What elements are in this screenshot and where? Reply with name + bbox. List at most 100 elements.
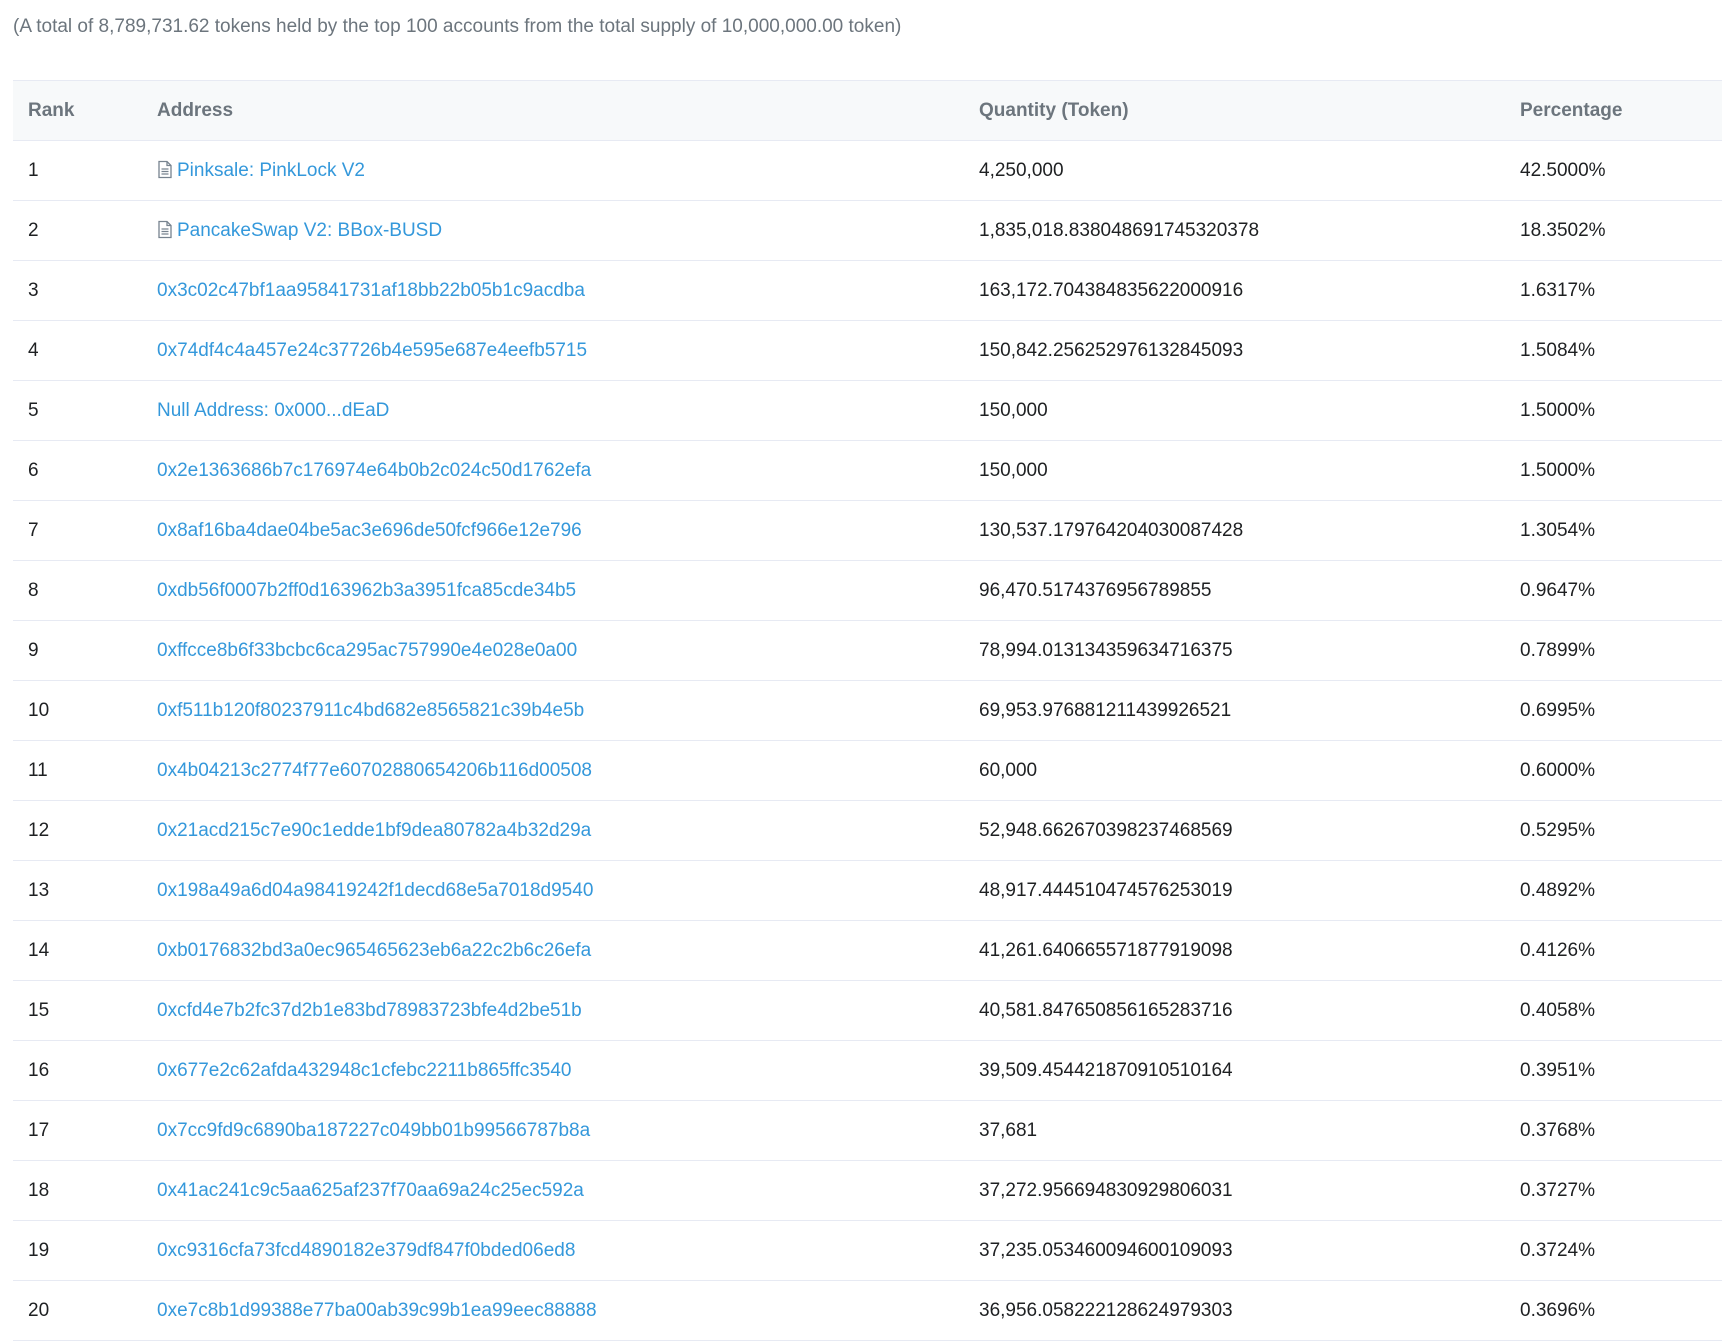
rank-cell: 13 bbox=[28, 879, 50, 901]
quantity-cell: 41,261.640665571877919098 bbox=[979, 939, 1233, 961]
address-cell: 0x21acd215c7e90c1edde1bf9dea80782a4b32d2… bbox=[157, 820, 979, 842]
address-cell: Pinksale: PinkLock V2 bbox=[157, 160, 979, 182]
address-cell: 0x41ac241c9c5aa625af237f70aa69a24c25ec59… bbox=[157, 1180, 979, 1202]
quantity-cell: 36,956.058222128624979303 bbox=[979, 1299, 1233, 1321]
percentage-cell: 0.9647% bbox=[1520, 579, 1596, 601]
quantity-cell: 37,272.956694830929806031 bbox=[979, 1179, 1233, 1201]
address-link[interactable]: 0xb0176832bd3a0ec965465623eb6a22c2b6c26e… bbox=[157, 940, 591, 961]
table-header: Rank Address Quantity (Token) Percentage bbox=[13, 80, 1722, 141]
rank-cell: 14 bbox=[28, 939, 50, 961]
address-link[interactable]: 0x8af16ba4dae04be5ac3e696de50fcf966e12e7… bbox=[157, 520, 582, 541]
address-cell: 0xcfd4e7b2fc37d2b1e83bd78983723bfe4d2be5… bbox=[157, 1000, 979, 1022]
column-header-quantity: Quantity (Token) bbox=[979, 99, 1129, 121]
address-link[interactable]: 0x198a49a6d04a98419242f1decd68e5a7018d95… bbox=[157, 880, 593, 901]
table-row: 12 0x21acd215c7e90c1edde1bf9dea80782a4b32… bbox=[13, 801, 1722, 861]
address-link[interactable]: 0x677e2c62afda432948c1cfebc2211b865ffc35… bbox=[157, 1060, 572, 1081]
address-link[interactable]: 0xdb56f0007b2ff0d163962b3a3951fca85cde34… bbox=[157, 580, 576, 601]
address-link[interactable]: Null Address: 0x000...dEaD bbox=[157, 400, 389, 421]
percentage-cell: 0.7899% bbox=[1520, 639, 1596, 661]
table-row: 15 0xcfd4e7b2fc37d2b1e83bd78983723bfe4d2b… bbox=[13, 981, 1722, 1041]
address-link[interactable]: 0xf511b120f80237911c4bd682e8565821c39b4e… bbox=[157, 700, 584, 721]
table-row: 5 Null Address: 0x000...dEaD 150,000 1.5000… bbox=[13, 381, 1722, 441]
address-cell: 0x7cc9fd9c6890ba187227c049bb01b99566787b… bbox=[157, 1120, 979, 1142]
quantity-cell: 37,681 bbox=[979, 1119, 1038, 1141]
quantity-cell: 4,250,000 bbox=[979, 159, 1064, 181]
quantity-cell: 37,235.053460094600109093 bbox=[979, 1239, 1233, 1261]
holders-summary: (A total of 8,789,731.62 tokens held by … bbox=[13, 16, 902, 37]
address-cell: 0x677e2c62afda432948c1cfebc2211b865ffc35… bbox=[157, 1060, 979, 1082]
rank-cell: 4 bbox=[28, 339, 39, 361]
rank-cell: 16 bbox=[28, 1059, 50, 1081]
percentage-cell: 1.3054% bbox=[1520, 519, 1596, 541]
percentage-cell: 0.3696% bbox=[1520, 1299, 1596, 1321]
table-row: 10 0xf511b120f80237911c4bd682e8565821c39b… bbox=[13, 681, 1722, 741]
address-cell: 0x2e1363686b7c176974e64b0b2c024c50d1762e… bbox=[157, 460, 979, 482]
address-cell: 0xffcce8b6f33bcbc6ca295ac757990e4e028e0a… bbox=[157, 640, 979, 662]
address-link[interactable]: 0xcfd4e7b2fc37d2b1e83bd78983723bfe4d2be5… bbox=[157, 1000, 582, 1021]
percentage-cell: 0.3727% bbox=[1520, 1179, 1596, 1201]
rank-cell: 5 bbox=[28, 399, 39, 421]
percentage-cell: 0.4126% bbox=[1520, 939, 1596, 961]
rank-cell: 3 bbox=[28, 279, 39, 301]
rank-cell: 2 bbox=[28, 219, 39, 241]
rank-cell: 8 bbox=[28, 579, 39, 601]
percentage-cell: 0.4058% bbox=[1520, 999, 1596, 1021]
percentage-cell: 1.6317% bbox=[1520, 279, 1596, 301]
rank-cell: 6 bbox=[28, 459, 39, 481]
table-row: 8 0xdb56f0007b2ff0d163962b3a3951fca85cde3… bbox=[13, 561, 1722, 621]
quantity-cell: 96,470.5174376956789855 bbox=[979, 579, 1212, 601]
address-link[interactable]: 0x3c02c47bf1aa95841731af18bb22b05b1c9acd… bbox=[157, 280, 585, 301]
table-row: 17 0x7cc9fd9c6890ba187227c049bb01b9956678… bbox=[13, 1101, 1722, 1161]
table-row: 7 0x8af16ba4dae04be5ac3e696de50fcf966e12e… bbox=[13, 501, 1722, 561]
table-row: 3 0x3c02c47bf1aa95841731af18bb22b05b1c9ac… bbox=[13, 261, 1722, 321]
contract-document-icon bbox=[157, 160, 173, 179]
table-row: 2 PancakeSwap V2: BBox-BUSD 1,835,018.8380… bbox=[13, 201, 1722, 261]
address-link[interactable]: 0x21acd215c7e90c1edde1bf9dea80782a4b32d2… bbox=[157, 820, 591, 841]
rank-cell: 18 bbox=[28, 1179, 50, 1201]
table-row: 13 0x198a49a6d04a98419242f1decd68e5a7018d… bbox=[13, 861, 1722, 921]
quantity-cell: 40,581.847650856165283716 bbox=[979, 999, 1233, 1021]
address-link[interactable]: 0xffcce8b6f33bcbc6ca295ac757990e4e028e0a… bbox=[157, 640, 577, 661]
percentage-cell: 1.5000% bbox=[1520, 399, 1596, 421]
rank-cell: 19 bbox=[28, 1239, 50, 1261]
rank-cell: 11 bbox=[28, 759, 48, 781]
column-header-rank: Rank bbox=[28, 99, 75, 121]
address-link[interactable]: Pinksale: PinkLock V2 bbox=[177, 160, 365, 181]
percentage-cell: 42.5000% bbox=[1520, 159, 1606, 181]
quantity-cell: 1,835,018.838048691745320378 bbox=[979, 219, 1260, 241]
address-cell: 0x198a49a6d04a98419242f1decd68e5a7018d95… bbox=[157, 880, 979, 902]
quantity-cell: 60,000 bbox=[979, 759, 1038, 781]
quantity-cell: 78,994.013134359634716375 bbox=[979, 639, 1233, 661]
rank-cell: 20 bbox=[28, 1299, 50, 1321]
address-link[interactable]: 0x74df4c4a457e24c37726b4e595e687e4eefb57… bbox=[157, 340, 587, 361]
address-link[interactable]: PancakeSwap V2: BBox-BUSD bbox=[177, 220, 442, 241]
address-link[interactable]: 0x41ac241c9c5aa625af237f70aa69a24c25ec59… bbox=[157, 1180, 584, 1201]
column-header-percentage: Percentage bbox=[1520, 99, 1623, 121]
table-row: 4 0x74df4c4a457e24c37726b4e595e687e4eefb5… bbox=[13, 321, 1722, 381]
percentage-cell: 18.3502% bbox=[1520, 219, 1606, 241]
table-row: 1 Pinksale: PinkLock V2 4,250,000 42.5000% bbox=[13, 141, 1722, 201]
table-body: 1 Pinksale: PinkLock V2 4,250,000 42.5000% 2… bbox=[13, 141, 1722, 1341]
address-link[interactable]: 0x4b04213c2774f77e60702880654206b116d005… bbox=[157, 760, 592, 781]
address-cell: 0x4b04213c2774f77e60702880654206b116d005… bbox=[157, 760, 979, 782]
percentage-cell: 1.5000% bbox=[1520, 459, 1596, 481]
rank-cell: 7 bbox=[28, 519, 39, 541]
percentage-cell: 0.5295% bbox=[1520, 819, 1596, 841]
address-link[interactable]: 0x2e1363686b7c176974e64b0b2c024c50d1762e… bbox=[157, 460, 591, 481]
quantity-cell: 150,842.256252976132845093 bbox=[979, 339, 1244, 361]
address-link[interactable]: 0xc9316cfa73fcd4890182e379df847f0bded06e… bbox=[157, 1240, 575, 1261]
address-link[interactable]: 0x7cc9fd9c6890ba187227c049bb01b99566787b… bbox=[157, 1120, 590, 1141]
table-row: 19 0xc9316cfa73fcd4890182e379df847f0bded0… bbox=[13, 1221, 1722, 1281]
quantity-cell: 163,172.704384835622000916 bbox=[979, 279, 1244, 301]
percentage-cell: 0.6995% bbox=[1520, 699, 1596, 721]
address-cell: Null Address: 0x000...dEaD bbox=[157, 400, 979, 422]
address-cell: 0x8af16ba4dae04be5ac3e696de50fcf966e12e7… bbox=[157, 520, 979, 542]
address-link[interactable]: 0xe7c8b1d99388e77ba00ab39c99b1ea99eec888… bbox=[157, 1300, 597, 1321]
table-row: 14 0xb0176832bd3a0ec965465623eb6a22c2b6c2… bbox=[13, 921, 1722, 981]
quantity-cell: 69,953.976881211439926521 bbox=[979, 699, 1232, 721]
table-row: 18 0x41ac241c9c5aa625af237f70aa69a24c25ec… bbox=[13, 1161, 1722, 1221]
rank-cell: 1 bbox=[28, 159, 39, 181]
percentage-cell: 0.3951% bbox=[1520, 1059, 1596, 1081]
percentage-cell: 0.4892% bbox=[1520, 879, 1596, 901]
address-cell: PancakeSwap V2: BBox-BUSD bbox=[157, 220, 979, 242]
